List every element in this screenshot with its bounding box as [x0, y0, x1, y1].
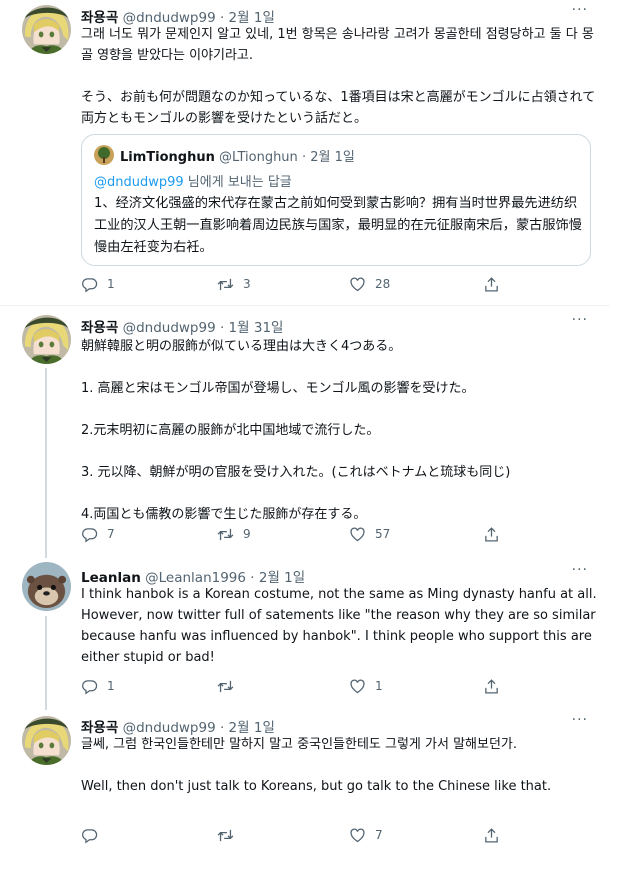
reply-button[interactable]: 7	[81, 524, 115, 544]
like-icon	[349, 526, 366, 543]
tweet-header: 좌용곡 @dndudwp99 · 2월 1일	[81, 6, 275, 26]
avatar[interactable]	[22, 315, 71, 364]
like-button[interactable]: 1	[349, 676, 383, 696]
share-button[interactable]	[483, 274, 509, 294]
reply-count: 7	[107, 527, 115, 541]
share-icon	[483, 827, 500, 844]
user-handle: @LTionghun	[219, 150, 298, 165]
share-button[interactable]	[483, 676, 509, 696]
tweet[interactable]: 좌용곡 @dndudwp99 · 2월 1일 ··· 그래 너도 뭐가 문제인지…	[0, 0, 610, 306]
more-icon[interactable]: ···	[572, 562, 588, 578]
tweet-feed: 좌용곡 @dndudwp99 · 2월 1일 ··· 그래 너도 뭐가 문제인지…	[0, 0, 623, 879]
share-icon	[483, 276, 500, 293]
tweet-text: 글쎄, 그럼 한국인들한테만 말하지 말고 중국인들한테도 그렇게 가서 말해보…	[81, 737, 552, 794]
tweet-date: · 2월 1일	[301, 150, 355, 165]
reply-context: @dndudwp99 님에게 보내는 답글	[94, 171, 292, 190]
reply-icon	[81, 678, 98, 695]
retweet-icon	[217, 827, 234, 844]
more-icon[interactable]: ···	[572, 712, 588, 728]
tweet-actions: 1 1	[81, 676, 501, 696]
share-button[interactable]	[483, 524, 509, 544]
tweet[interactable]: 좌용곡 @dndudwp99 · 1월 31일 ··· 朝鮮韓服と明の服飾が似て…	[0, 306, 610, 558]
tweet-header: Leanlan @Leanlan1996 · 2월 1일	[81, 566, 305, 586]
user-handle[interactable]: @dndudwp99	[123, 320, 216, 336]
tweet-actions: 1 3 28	[81, 274, 501, 294]
reply-button[interactable]: 1	[81, 676, 115, 696]
reply-icon	[81, 526, 98, 543]
tweet[interactable]: 좌용곡 @dndudwp99 · 2월 1일 ··· 글쎄, 그럼 한국인들한테…	[0, 704, 610, 879]
tweet-actions: 7	[81, 825, 501, 845]
retweet-button[interactable]: 3	[217, 274, 251, 294]
retweet-icon	[217, 678, 234, 695]
like-icon	[349, 827, 366, 844]
tweet-actions: 7 9 57	[81, 524, 501, 544]
quoted-tweet-text: 1、经济文化强盛的宋代存在蒙古之前如何受到蒙古影响？拥有当时世界最先进纺织工业的…	[94, 196, 582, 255]
share-icon	[483, 526, 500, 543]
share-button[interactable]	[483, 825, 509, 845]
retweet-count: 3	[243, 277, 251, 291]
display-name: LimTionghun	[120, 150, 215, 165]
like-count: 28	[375, 277, 391, 291]
display-name[interactable]: 좌용곡	[81, 320, 118, 336]
avatar[interactable]	[22, 5, 71, 54]
more-icon[interactable]: ···	[572, 2, 588, 18]
thread-line	[45, 616, 47, 710]
share-icon	[483, 678, 500, 695]
reply-button[interactable]: 1	[81, 274, 115, 294]
reply-count: 1	[107, 679, 115, 693]
retweet-button[interactable]: 9	[217, 524, 251, 544]
reply-count: 1	[107, 277, 115, 291]
like-icon	[349, 276, 366, 293]
quoted-tweet[interactable]: LimTionghun @LTionghun · 2월 1일 @dndudwp9…	[81, 134, 591, 266]
like-count: 7	[375, 828, 383, 842]
like-button[interactable]: 57	[349, 524, 390, 544]
avatar[interactable]	[22, 562, 71, 611]
reply-icon	[81, 827, 98, 844]
retweet-icon	[217, 276, 234, 293]
like-count: 57	[375, 527, 391, 541]
retweet-button[interactable]	[217, 676, 243, 696]
like-icon	[349, 678, 366, 695]
quoted-tweet-header: LimTionghun @LTionghun · 2월 1일	[120, 146, 355, 165]
retweet-button[interactable]	[217, 825, 243, 845]
avatar[interactable]	[22, 716, 71, 765]
more-icon[interactable]: ···	[572, 312, 588, 328]
avatar	[94, 145, 114, 165]
tweet[interactable]: Leanlan @Leanlan1996 · 2월 1일 ··· I think…	[0, 554, 610, 710]
thread-line	[45, 368, 47, 558]
retweet-count: 9	[243, 527, 251, 541]
tweet-date[interactable]: · 1월 31일	[220, 320, 283, 336]
tweet-text: I think hanbok is a Korean costume, not …	[81, 587, 601, 665]
reply-to-handle[interactable]: @dndudwp99	[94, 175, 184, 190]
tweet-text: 그래 너도 뭐가 문제인지 알고 있네, 1번 항목은 송나라랑 고려가 몽골한…	[81, 27, 596, 126]
reply-icon	[81, 276, 98, 293]
tweet-header: 좌용곡 @dndudwp99 · 2월 1일	[81, 716, 275, 736]
tweet-text: 朝鮮韓服と明の服飾が似ている理由は大きく4つある。 1. 高麗と宋はモンゴル帝国…	[81, 339, 511, 522]
like-button[interactable]: 7	[349, 825, 383, 845]
like-button[interactable]: 28	[349, 274, 390, 294]
reply-button[interactable]	[81, 825, 107, 845]
reply-to-label: 님에게 보내는 답글	[183, 175, 292, 190]
like-count: 1	[375, 679, 383, 693]
retweet-icon	[217, 526, 234, 543]
tweet-header: 좌용곡 @dndudwp99 · 1월 31일	[81, 316, 283, 336]
